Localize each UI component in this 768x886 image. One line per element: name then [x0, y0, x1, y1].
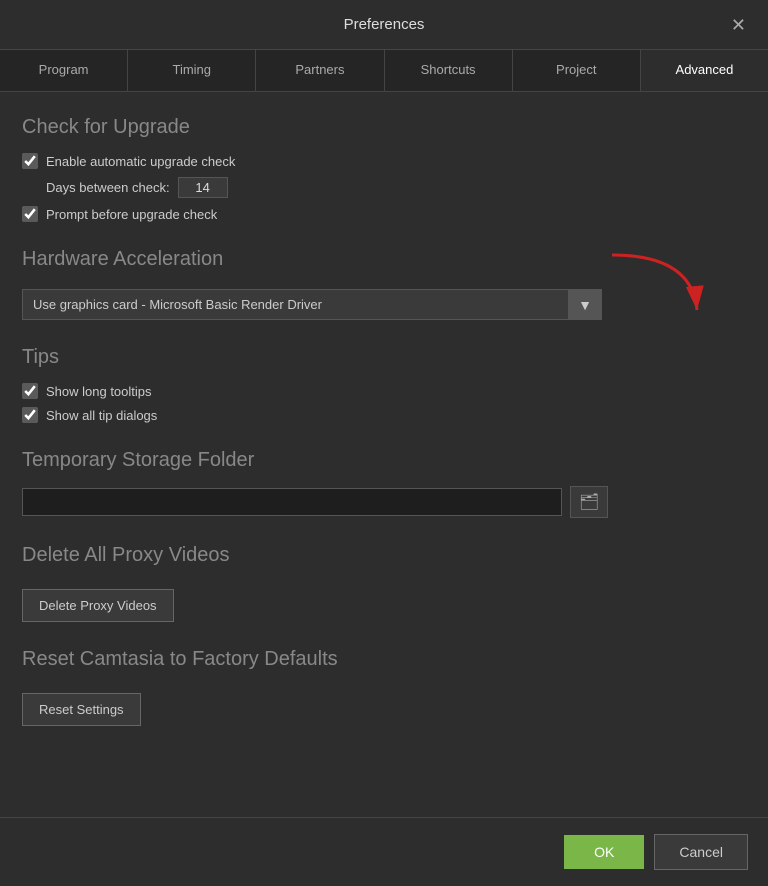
tab-shortcuts[interactable]: Shortcuts	[385, 50, 513, 91]
temp-storage-section: Temporary Storage Folder 🗂	[22, 449, 746, 518]
delete-proxy-title: Delete All Proxy Videos	[22, 544, 746, 567]
hardware-acceleration-dropdown-wrapper: Use graphics card - Microsoft Basic Rend…	[22, 289, 602, 320]
check-for-upgrade-title: Check for Upgrade	[22, 116, 746, 139]
enable-auto-upgrade-checkbox[interactable]	[22, 153, 38, 169]
reset-title: Reset Camtasia to Factory Defaults	[22, 648, 746, 671]
days-between-check-input[interactable]	[178, 177, 228, 198]
reset-settings-button[interactable]: Reset Settings	[22, 693, 141, 726]
delete-proxy-section: Delete All Proxy Videos Delete Proxy Vid…	[22, 544, 746, 622]
dropdown-annotation-wrapper: Use graphics card - Microsoft Basic Rend…	[22, 285, 602, 320]
check-for-upgrade-section: Check for Upgrade Enable automatic upgra…	[22, 116, 746, 222]
tab-partners[interactable]: Partners	[256, 50, 384, 91]
show-long-tooltips-row: Show long tooltips	[22, 383, 746, 399]
content-area: Check for Upgrade Enable automatic upgra…	[0, 92, 768, 817]
days-between-check-label: Days between check:	[46, 180, 170, 195]
ok-button[interactable]: OK	[564, 835, 644, 869]
reset-section: Reset Camtasia to Factory Defaults Reset…	[22, 648, 746, 726]
preferences-dialog: Preferences ✕ Program Timing Partners Sh…	[0, 0, 768, 886]
show-long-tooltips-label: Show long tooltips	[46, 384, 152, 399]
prompt-before-upgrade-checkbox[interactable]	[22, 206, 38, 222]
hardware-acceleration-title: Hardware Acceleration	[22, 248, 746, 271]
temp-storage-title: Temporary Storage Folder	[22, 449, 746, 472]
days-between-check-row: Days between check:	[46, 177, 746, 198]
show-all-tip-dialogs-label: Show all tip dialogs	[46, 408, 157, 423]
prompt-before-upgrade-row: Prompt before upgrade check	[22, 206, 746, 222]
show-long-tooltips-checkbox[interactable]	[22, 383, 38, 399]
tips-title: Tips	[22, 346, 746, 369]
cancel-button[interactable]: Cancel	[654, 834, 748, 870]
tab-bar: Program Timing Partners Shortcuts Projec…	[0, 50, 768, 92]
delete-proxy-videos-button[interactable]: Delete Proxy Videos	[22, 589, 174, 622]
footer: OK Cancel	[0, 817, 768, 886]
tab-program[interactable]: Program	[0, 50, 128, 91]
tab-advanced[interactable]: Advanced	[641, 50, 768, 91]
enable-auto-upgrade-label: Enable automatic upgrade check	[46, 154, 235, 169]
tab-project[interactable]: Project	[513, 50, 641, 91]
temp-storage-folder-row: 🗂	[22, 486, 746, 518]
title-bar: Preferences ✕	[0, 0, 768, 50]
browse-folder-button[interactable]: 🗂	[570, 486, 608, 518]
hardware-acceleration-dropdown[interactable]: Use graphics card - Microsoft Basic Rend…	[22, 289, 602, 320]
show-all-tip-dialogs-row: Show all tip dialogs	[22, 407, 746, 423]
close-button[interactable]: ✕	[725, 14, 752, 36]
hardware-acceleration-section: Hardware Acceleration Use graphics card …	[22, 248, 746, 320]
tab-timing[interactable]: Timing	[128, 50, 256, 91]
prompt-before-upgrade-label: Prompt before upgrade check	[46, 207, 217, 222]
show-all-tip-dialogs-checkbox[interactable]	[22, 407, 38, 423]
enable-auto-upgrade-row: Enable automatic upgrade check	[22, 153, 746, 169]
dialog-title: Preferences	[344, 16, 425, 33]
tips-section: Tips Show long tooltips Show all tip dia…	[22, 346, 746, 423]
temp-storage-input[interactable]	[22, 488, 562, 516]
